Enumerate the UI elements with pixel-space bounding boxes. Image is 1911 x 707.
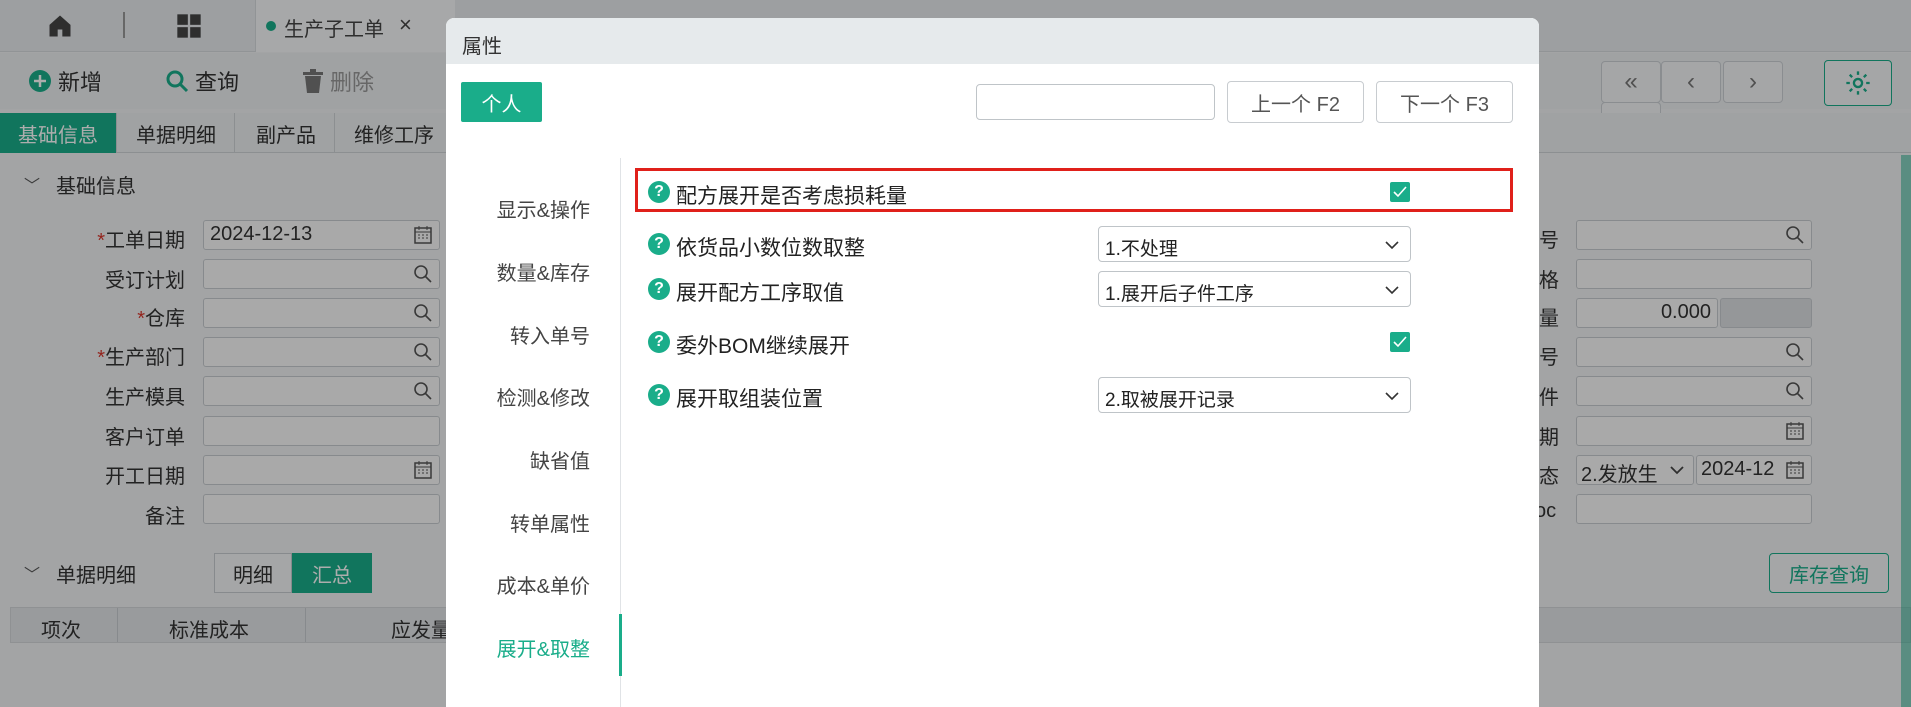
option-label: 展开取组装位置: [676, 388, 823, 411]
nav-display-operation[interactable]: 显示&操作: [497, 194, 590, 223]
select-value: 1.不处理: [1105, 239, 1178, 260]
dialog-title: 属性: [462, 36, 502, 58]
option-expand-process: ? 展开配方工序取值 1.展开后子件工序: [648, 269, 1523, 309]
nav-transfer-number[interactable]: 转入单号: [510, 320, 590, 349]
option-round-by-decimal: ? 依货品小数位数取整 1.不处理: [648, 224, 1523, 264]
nav-expand-rounding[interactable]: 展开&取整: [497, 633, 590, 662]
nav-quantity-stock[interactable]: 数量&库存: [497, 257, 590, 286]
option-label: 依货品小数位数取整: [676, 237, 865, 260]
active-nav-indicator: [619, 614, 622, 676]
dialog-title-bar: 属性: [446, 18, 1539, 64]
help-icon[interactable]: ?: [648, 384, 670, 406]
properties-dialog: 属性 个人 上一个 F2 下一个 F3 显示&操作 数量&库存 转入单号 检测&…: [446, 18, 1539, 707]
next-button[interactable]: 下一个 F3: [1376, 81, 1513, 123]
option-label: 展开配方工序取值: [676, 282, 844, 305]
option-outsource-bom: ? 委外BOM继续展开: [648, 322, 1523, 362]
nav-cost-price[interactable]: 成本&单价: [497, 570, 590, 599]
help-icon[interactable]: ?: [648, 278, 670, 300]
chevron-down-icon: [1385, 286, 1399, 295]
option-select[interactable]: 1.展开后子件工序: [1098, 271, 1411, 307]
option-label: 委外BOM继续展开: [676, 335, 850, 358]
prev-button[interactable]: 上一个 F2: [1227, 81, 1364, 123]
checkmark-icon: [1393, 336, 1407, 348]
nav-defaults[interactable]: 缺省值: [530, 445, 590, 474]
option-assembly-position: ? 展开取组装位置 2.取被展开记录: [648, 375, 1523, 415]
checkbox[interactable]: [1390, 332, 1410, 352]
search-input[interactable]: [976, 84, 1215, 120]
chevron-down-icon: [1385, 241, 1399, 250]
select-value: 2.取被展开记录: [1105, 390, 1235, 411]
select-value: 1.展开后子件工序: [1105, 284, 1254, 305]
chevron-down-icon: [1385, 392, 1399, 401]
help-icon[interactable]: ?: [648, 331, 670, 353]
option-select[interactable]: 2.取被展开记录: [1098, 377, 1411, 413]
highlight-box: [635, 168, 1513, 212]
tab-personal[interactable]: 个人: [461, 82, 542, 122]
nav-check-modify[interactable]: 检测&修改: [497, 382, 590, 411]
properties-nav: 显示&操作 数量&库存 转入单号 检测&修改 缺省值 转单属性 成本&单价 展开…: [446, 158, 622, 707]
nav-transfer-attributes[interactable]: 转单属性: [510, 508, 590, 537]
help-icon[interactable]: ?: [648, 233, 670, 255]
option-select[interactable]: 1.不处理: [1098, 226, 1411, 262]
